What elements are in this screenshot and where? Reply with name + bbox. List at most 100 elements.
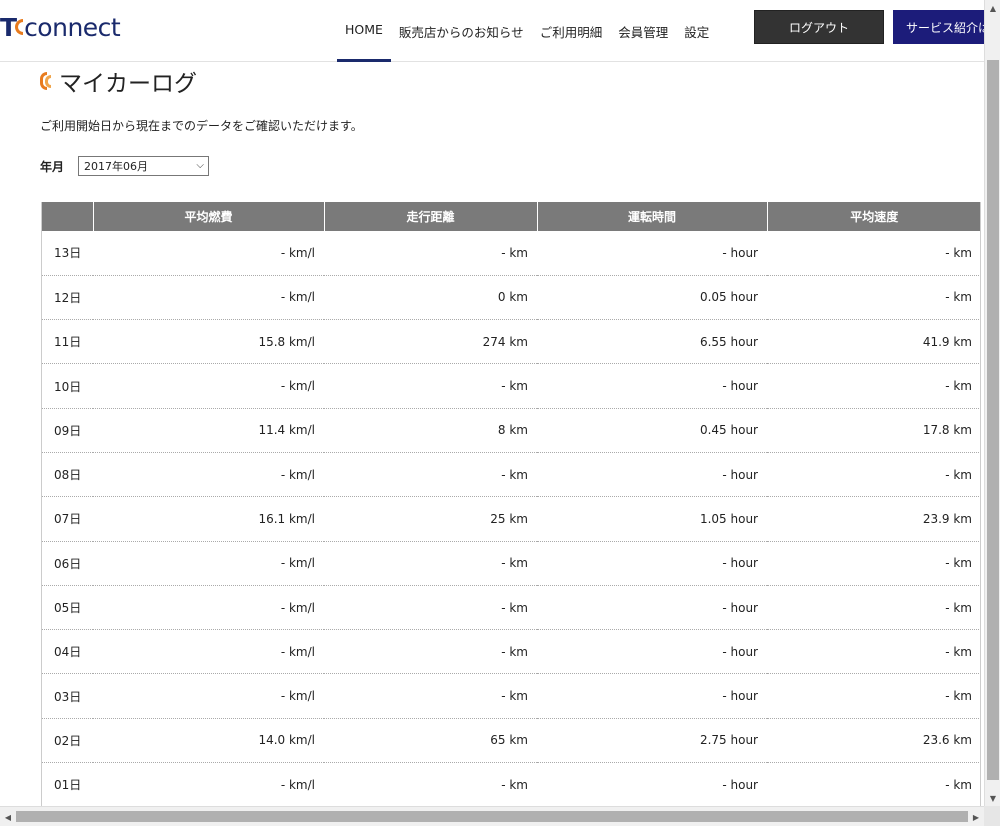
scrollbar-corner <box>984 806 1000 826</box>
driving-time-cell: - hour <box>537 363 767 409</box>
page-title-block: マイカーログ <box>40 64 197 98</box>
day-cell: 13日 <box>41 231 93 276</box>
fuel-economy-cell: 11.4 km/l <box>93 408 324 453</box>
fuel-economy-cell: - km/l <box>93 541 324 586</box>
scroll-down-icon[interactable]: ▼ <box>985 790 1000 806</box>
table-header-row: 平均燃費 走行距離 運転時間 平均速度 <box>41 202 981 231</box>
distance-cell: - km <box>324 673 537 719</box>
distance-cell: - km <box>324 231 537 276</box>
site-header: T connect HOME 販売店からのお知らせ ご利用明細 会員管理 設定 … <box>0 0 984 62</box>
day-cell: 07日 <box>41 496 93 542</box>
table-row: 02日 14.0 km/l 65 km 2.75 hour 23.6 km <box>41 718 981 764</box>
average-speed-cell: - km <box>767 275 981 321</box>
logout-button[interactable]: ログアウト <box>754 10 884 44</box>
table-row: 05日 - km/l - km - hour - km <box>41 585 981 631</box>
fuel-economy-cell: - km/l <box>93 275 324 321</box>
vertical-scroll-thumb[interactable] <box>987 60 999 780</box>
nav-member-management[interactable]: 会員管理 <box>610 0 676 62</box>
average-speed-cell: - km <box>767 629 981 675</box>
horizontal-scroll-thumb[interactable] <box>16 811 968 822</box>
table-row: 10日 - km/l - km - hour - km <box>41 363 981 409</box>
distance-cell: 274 km <box>324 319 537 365</box>
distance-cell: - km <box>324 762 537 806</box>
day-cell: 10日 <box>41 363 93 409</box>
day-cell: 11日 <box>41 319 93 365</box>
browser-frame: T connect HOME 販売店からのお知らせ ご利用明細 会員管理 設定 … <box>0 0 1000 826</box>
car-log-table: 平均燃費 走行距離 運転時間 平均速度 13日 - km/l - km - hour -… <box>41 202 981 806</box>
average-speed-cell: 23.6 km <box>767 718 981 764</box>
table-row: 07日 16.1 km/l 25 km 1.05 hour 23.9 km <box>41 496 981 542</box>
average-speed-cell: - km <box>767 541 981 586</box>
distance-cell: - km <box>324 541 537 586</box>
average-speed-cell: - km <box>767 231 981 276</box>
day-cell: 09日 <box>41 408 93 453</box>
main-nav: HOME 販売店からのお知らせ ご利用明細 会員管理 設定 <box>337 0 717 62</box>
fuel-economy-cell: 14.0 km/l <box>93 718 324 764</box>
scroll-right-icon[interactable]: ▶ <box>968 807 984 826</box>
distance-cell: 8 km <box>324 408 537 453</box>
driving-time-cell: - hour <box>537 452 767 498</box>
month-filter: 年月 2017年06月 ⌵ <box>40 156 210 176</box>
fuel-economy-cell: - km/l <box>93 231 324 276</box>
average-speed-cell: 23.9 km <box>767 496 981 542</box>
month-select[interactable]: 2017年06月 ⌵ <box>78 156 210 176</box>
col-header-distance: 走行距離 <box>324 202 538 231</box>
nav-usage-statement[interactable]: ご利用明細 <box>532 0 611 62</box>
table-row: 12日 - km/l 0 km 0.05 hour - km <box>41 275 981 321</box>
average-speed-cell: - km <box>767 762 981 806</box>
fuel-economy-cell: - km/l <box>93 762 324 806</box>
nav-settings[interactable]: 設定 <box>676 0 717 62</box>
chevron-down-icon: ⌵ <box>196 160 205 171</box>
vertical-scrollbar[interactable]: ▲ ▼ <box>984 0 1000 806</box>
driving-time-cell: - hour <box>537 585 767 631</box>
day-cell: 04日 <box>41 629 93 675</box>
nav-dealer-news[interactable]: 販売店からのお知らせ <box>391 0 532 62</box>
distance-cell: 0 km <box>324 275 537 321</box>
fuel-economy-cell: - km/l <box>93 673 324 719</box>
day-cell: 12日 <box>41 275 93 321</box>
fuel-economy-cell: - km/l <box>93 363 324 409</box>
table-row: 04日 - km/l - km - hour - km <box>41 629 981 675</box>
distance-cell: 25 km <box>324 496 537 542</box>
logo-mark-icon <box>15 19 24 35</box>
table-row: 06日 - km/l - km - hour - km <box>41 541 981 586</box>
distance-cell: 65 km <box>324 718 537 764</box>
driving-time-cell: 0.05 hour <box>537 275 767 321</box>
average-speed-cell: - km <box>767 452 981 498</box>
driving-time-cell: 2.75 hour <box>537 718 767 764</box>
horizontal-scrollbar[interactable]: ◀ ▶ <box>0 806 984 826</box>
month-filter-label: 年月 <box>40 159 65 174</box>
driving-time-cell: - hour <box>537 673 767 719</box>
month-select-value: 2017年06月 <box>84 160 149 173</box>
driving-time-cell: 0.45 hour <box>537 408 767 453</box>
col-header-average-speed: 平均速度 <box>767 202 981 231</box>
day-cell: 06日 <box>41 541 93 586</box>
average-speed-cell: - km <box>767 673 981 719</box>
table-row: 08日 - km/l - km - hour - km <box>41 452 981 498</box>
distance-cell: - km <box>324 363 537 409</box>
day-cell: 05日 <box>41 585 93 631</box>
average-speed-cell: - km <box>767 363 981 409</box>
fuel-economy-cell: 16.1 km/l <box>93 496 324 542</box>
day-cell: 03日 <box>41 673 93 719</box>
distance-cell: - km <box>324 585 537 631</box>
fuel-economy-cell: - km/l <box>93 585 324 631</box>
service-intro-button[interactable]: サービス紹介はこ <box>893 10 984 44</box>
fuel-economy-cell: - km/l <box>93 452 324 498</box>
fuel-economy-cell: - km/l <box>93 629 324 675</box>
day-cell: 08日 <box>41 452 93 498</box>
average-speed-cell: 17.8 km <box>767 408 981 453</box>
page-title: マイカーログ <box>59 71 197 97</box>
logo-wordmark: connect <box>24 12 121 42</box>
col-header-driving-time: 運転時間 <box>537 202 768 231</box>
table-row: 09日 11.4 km/l 8 km 0.45 hour 17.8 km <box>41 408 981 453</box>
table-row: 01日 - km/l - km - hour - km <box>41 762 981 806</box>
page-viewport: T connect HOME 販売店からのお知らせ ご利用明細 会員管理 設定 … <box>0 0 984 806</box>
tconnect-logo[interactable]: T connect <box>0 11 121 43</box>
driving-time-cell: - hour <box>537 762 767 806</box>
scroll-up-icon[interactable]: ▲ <box>985 0 1000 16</box>
scroll-left-icon[interactable]: ◀ <box>0 807 16 826</box>
col-header-day <box>41 202 94 231</box>
driving-time-cell: - hour <box>537 541 767 586</box>
nav-home[interactable]: HOME <box>337 0 391 62</box>
